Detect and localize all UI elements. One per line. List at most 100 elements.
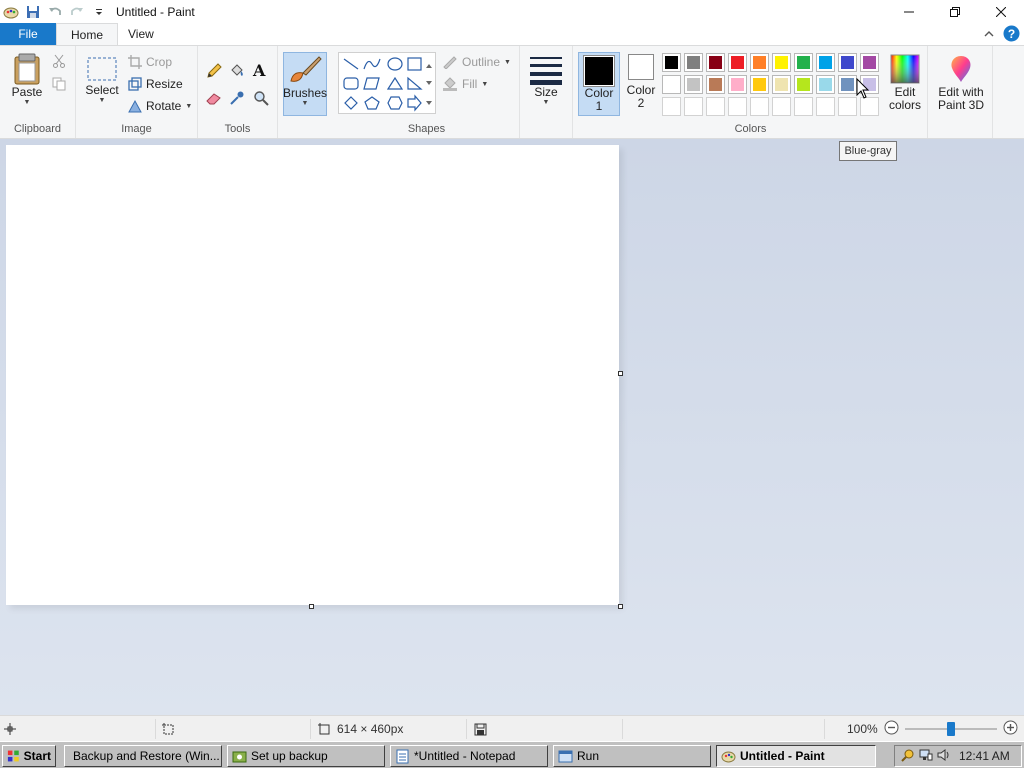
color-swatch[interactable] [728,53,747,72]
taskbar-item-setup-backup[interactable]: Set up backup [227,745,385,767]
cut-icon[interactable] [52,54,66,71]
shapes-scroll-down-icon[interactable] [426,81,432,85]
shapes-expand-icon[interactable] [426,101,432,105]
color-swatch[interactable] [684,53,703,72]
custom-color-slot[interactable] [728,97,747,116]
edit-with-paint3d-button[interactable]: Edit with Paint 3D [932,54,990,112]
tab-home[interactable]: Home [56,23,119,46]
zoom-in-icon[interactable] [1003,720,1018,738]
right-triangle-shape-icon[interactable] [407,76,423,90]
rectangle-shape-icon[interactable] [407,57,422,71]
taskbar-item-paint[interactable]: Untitled - Paint [716,745,876,767]
title-bar: Untitled - Paint [0,0,1024,24]
color-swatch[interactable] [860,53,879,72]
custom-color-slot[interactable] [706,97,725,116]
color-swatch[interactable] [838,53,857,72]
paint-app-icon[interactable] [0,1,22,23]
edit-colors-button[interactable]: Edit colors [885,54,925,112]
color-picker-icon[interactable] [229,90,245,109]
taskbar-item-run[interactable]: Run [553,745,711,767]
color-swatch[interactable] [750,75,769,94]
line-shape-icon[interactable] [343,58,359,70]
undo-icon[interactable] [44,1,66,23]
color-swatch[interactable] [728,75,747,94]
resize-handle-right[interactable] [618,371,623,376]
resize-button[interactable]: Resize [128,77,183,91]
resize-handle-bottom[interactable] [309,604,314,609]
color-swatch[interactable] [794,75,813,94]
color-swatch[interactable] [706,53,725,72]
color-swatch[interactable] [772,75,791,94]
custom-color-slot[interactable] [794,97,813,116]
color-swatch[interactable] [662,75,681,94]
tab-view[interactable]: View [114,23,168,46]
custom-color-slot[interactable] [772,97,791,116]
oval-shape-icon[interactable] [387,57,403,71]
shapes-scroll-up-icon[interactable] [426,64,432,68]
restore-button[interactable] [932,0,978,24]
brushes-label: Brushes [282,86,328,100]
size-button[interactable]: Size ▼ [526,54,566,106]
magnifier-icon[interactable] [253,90,269,109]
crop-button[interactable]: Crop [128,55,172,69]
color-swatch[interactable] [772,53,791,72]
outline-button[interactable]: Outline ▼ [442,55,511,69]
paste-button[interactable]: Paste ▼ [8,52,46,106]
fill-bucket-icon[interactable] [229,63,245,82]
shapes-group: Outline ▼ Fill ▼ Shapes [334,46,520,138]
minimize-button[interactable] [886,0,932,24]
color-swatch[interactable] [750,53,769,72]
color-swatch[interactable] [816,75,835,94]
resize-handle-corner[interactable] [618,604,623,609]
rounded-rectangle-shape-icon[interactable] [343,77,359,90]
curve-shape-icon[interactable] [363,58,381,70]
color-swatch[interactable] [794,53,813,72]
search-tray-icon[interactable] [901,748,915,765]
diamond-shape-icon[interactable] [344,96,358,110]
color-swatch[interactable] [838,75,857,94]
color1-button[interactable]: Color 1 [578,52,620,116]
color2-button[interactable]: Color 2 [623,54,659,110]
color-swatch[interactable] [684,75,703,94]
custom-color-slot[interactable] [838,97,857,116]
select-button[interactable]: Select ▼ [82,56,122,104]
eraser-icon[interactable] [206,90,222,109]
taskbar-item-backup-restore[interactable]: Backup and Restore (Win... [64,745,222,767]
taskbar-item-label: *Untitled - Notepad [414,749,516,763]
pentagon-shape-icon[interactable] [364,96,380,110]
color-swatch[interactable] [706,75,725,94]
pencil-icon[interactable] [206,63,222,82]
tab-file[interactable]: File [0,23,56,46]
customize-toolbar-icon[interactable] [88,1,110,23]
text-tool-icon[interactable]: A [253,61,265,80]
brush-icon [290,56,322,82]
brushes-button[interactable]: Brushes ▼ [283,52,327,116]
triangle-shape-icon[interactable] [386,76,404,90]
custom-color-slot[interactable] [662,97,681,116]
custom-color-slot[interactable] [684,97,703,116]
minimize-ribbon-icon[interactable] [983,28,995,42]
rotate-button[interactable]: Rotate ▼ [128,99,192,113]
custom-color-slot[interactable] [816,97,835,116]
polygon-shape-icon[interactable] [363,77,380,90]
color-swatch[interactable] [816,53,835,72]
save-icon[interactable] [22,1,44,23]
help-icon[interactable]: ? [1003,25,1020,45]
fill-button[interactable]: Fill ▼ [442,77,488,91]
color-swatch[interactable] [662,53,681,72]
arrow-shape-icon[interactable] [407,94,422,112]
hexagon-shape-icon[interactable] [387,96,403,110]
volume-tray-icon[interactable] [937,748,951,765]
copy-icon[interactable] [52,77,66,94]
zoom-out-icon[interactable] [884,720,899,738]
zoom-slider-thumb[interactable] [946,722,955,736]
custom-color-slot[interactable] [750,97,769,116]
zoom-slider[interactable] [904,722,997,736]
size-label: Size [534,85,558,99]
start-button[interactable]: Start [2,745,56,767]
redo-icon[interactable] [66,1,88,23]
taskbar-item-notepad[interactable]: *Untitled - Notepad [390,745,548,767]
network-tray-icon[interactable] [919,748,933,765]
drawing-canvas[interactable] [6,145,619,605]
close-button[interactable] [978,0,1024,24]
